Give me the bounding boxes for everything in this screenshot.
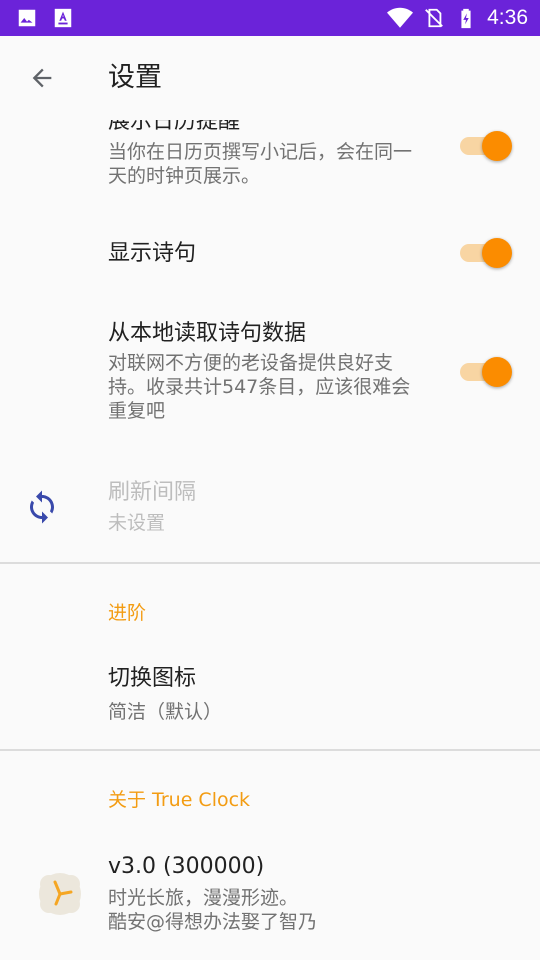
category-about: 关于 True Clock xyxy=(108,789,251,811)
calendar-reminder-switch[interactable] xyxy=(460,126,512,166)
arrow-back-icon xyxy=(32,68,52,88)
pref-switch-icon[interactable]: 切换图标 简洁（默认） xyxy=(0,650,540,740)
page-title: 设置 xyxy=(108,62,162,93)
category-advanced: 进阶 xyxy=(108,602,147,624)
pref-title: v3.0 (300000) xyxy=(108,854,265,879)
pref-summary: 未设置 xyxy=(108,512,166,534)
pref-summary-line1: 时光长旅，漫漫形迹。 xyxy=(108,887,299,909)
pref-summary: 简洁（默认） xyxy=(108,701,223,723)
divider xyxy=(0,562,540,564)
text-a-icon xyxy=(54,8,72,28)
pref-title: 从本地读取诗句数据 xyxy=(108,321,307,346)
pref-title: 显示诗句 xyxy=(108,241,197,266)
no-sim-icon xyxy=(425,8,444,28)
app-clock-icon xyxy=(39,873,81,915)
pref-show-poem[interactable]: 显示诗句 xyxy=(0,210,540,298)
status-bar: 4:36 xyxy=(0,0,540,36)
pref-summary-line2: 酷安@得想办法娶了智乃 xyxy=(108,911,318,933)
show-poem-switch[interactable] xyxy=(460,233,512,273)
image-icon xyxy=(18,9,36,27)
pref-title: 切换图标 xyxy=(108,666,197,691)
status-time: 4:36 xyxy=(487,6,528,29)
pref-summary: 当你在日历页撰写小记后，会在同一天的时钟页展示。 xyxy=(108,141,413,187)
battery-charging-icon xyxy=(461,8,471,29)
local-poem-switch[interactable] xyxy=(460,352,512,392)
pref-version[interactable]: v3.0 (300000) 时光长旅，漫漫形迹。 酷安@得想办法娶了智乃 xyxy=(0,840,540,950)
app-bar: 设置 xyxy=(0,36,540,120)
pref-summary: 对联网不方便的老设备提供良好支持。收录共计547条目，应该很难会重复吧 xyxy=(108,352,411,422)
back-button[interactable] xyxy=(24,60,60,96)
pref-local-poem[interactable]: 从本地读取诗句数据 对联网不方便的老设备提供良好支持。收录共计547条目，应该很… xyxy=(0,310,540,440)
pref-refresh-interval[interactable]: 刷新间隔 未设置 xyxy=(0,460,540,560)
settings-list[interactable]: 展示日历提醒 当你在日历页撰写小记后，会在同一天的时钟页展示。 显示诗句 从本地… xyxy=(0,110,540,960)
divider xyxy=(0,749,540,751)
wifi-icon xyxy=(387,7,414,28)
pref-calendar-reminder[interactable]: 展示日历提醒 当你在日历页撰写小记后，会在同一天的时钟页展示。 xyxy=(0,110,540,200)
pref-title: 刷新间隔 xyxy=(108,480,197,505)
refresh-icon xyxy=(30,490,54,524)
